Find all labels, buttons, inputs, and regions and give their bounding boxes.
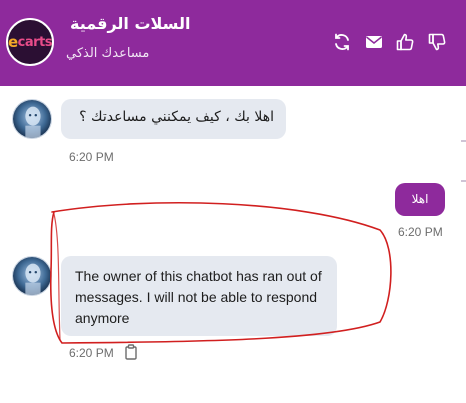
message-text: اهلا — [411, 192, 429, 206]
thumbs-down-icon[interactable] — [427, 32, 447, 52]
scroll-marker — [461, 180, 466, 182]
bot-avatar — [12, 99, 52, 139]
message-time: 6:20 PM — [69, 346, 114, 360]
chat-title: السلات الرقمية — [70, 14, 191, 33]
email-icon[interactable] — [364, 32, 384, 52]
brand-logo: e carts — [6, 18, 54, 66]
user-message-bubble: اهلا — [395, 183, 445, 216]
bot-message-bubble: اهلا بك ، كيف يمكنني مساعدتك ؟ — [61, 99, 286, 139]
bot-message-bubble: The owner of this chatbot has ran out of… — [61, 256, 337, 336]
message-text: اهلا بك ، كيف يمكنني مساعدتك ؟ — [79, 109, 274, 125]
chat-subtitle: مساعدك الذكي — [66, 46, 150, 61]
message-text: The owner of this chatbot has ran out of… — [75, 268, 322, 326]
chat-header: e carts السلات الرقمية مساعدك الذكي — [0, 0, 466, 86]
refresh-icon[interactable] — [332, 32, 352, 52]
thumbs-up-icon[interactable] — [395, 32, 415, 52]
scroll-marker — [461, 140, 466, 142]
message-time: 6:20 PM — [69, 150, 114, 164]
message-time: 6:20 PM — [398, 225, 443, 239]
copy-icon[interactable] — [124, 344, 138, 360]
bot-avatar — [12, 256, 52, 296]
